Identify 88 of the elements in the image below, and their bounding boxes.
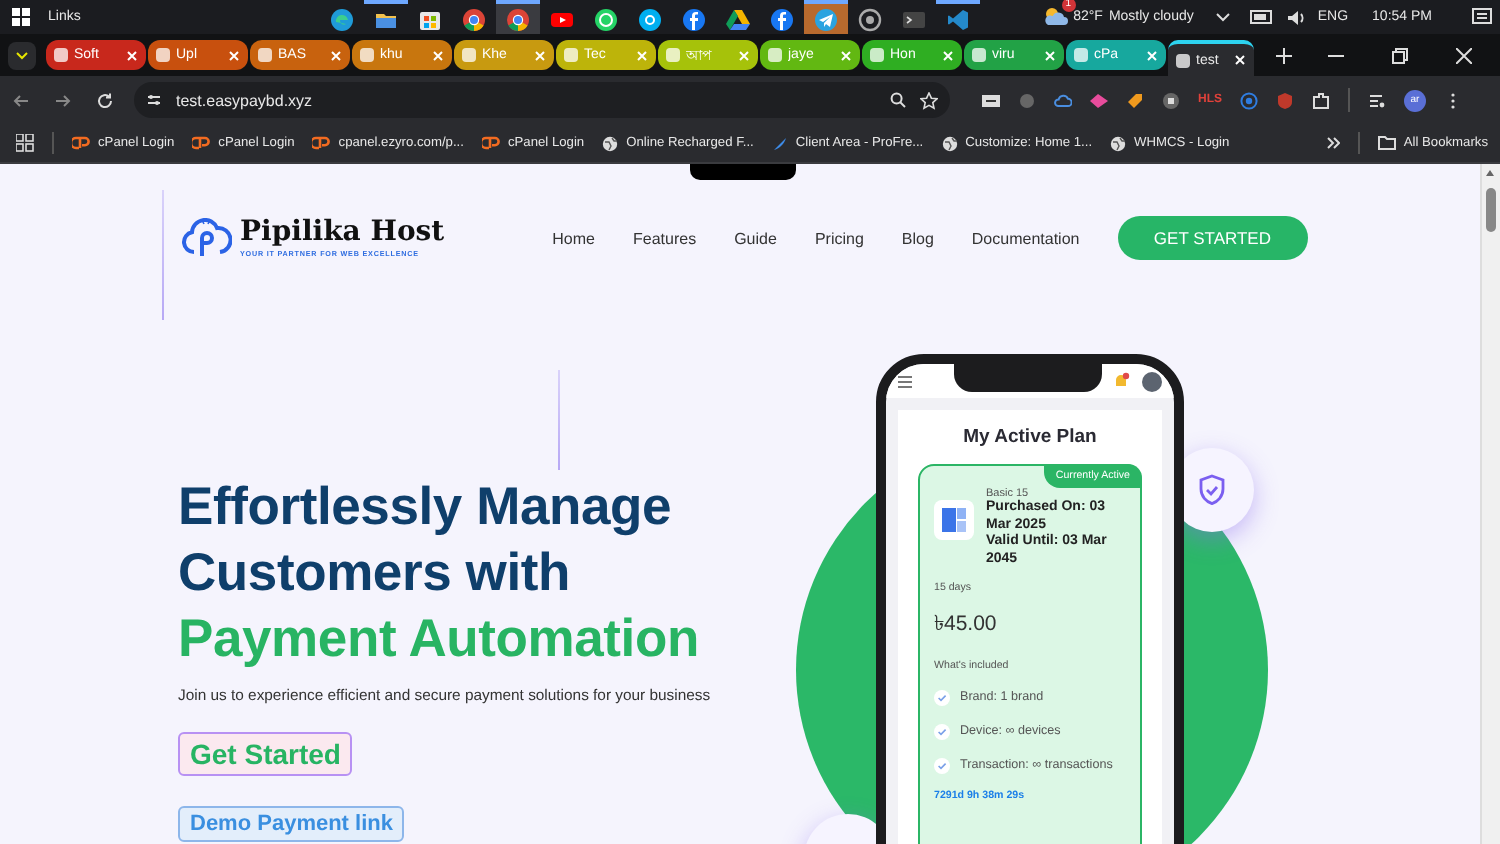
site-icon <box>156 48 170 62</box>
code-editor-icon[interactable] <box>946 7 971 31</box>
brand-name[interactable]: Pipilika Host <box>240 218 445 246</box>
globe-icon <box>602 135 619 151</box>
cpanel-logo-icon <box>72 136 90 150</box>
site-icon <box>972 48 986 62</box>
folder-icon <box>1377 136 1396 150</box>
site-settings-icon[interactable] <box>146 92 162 108</box>
site-icon <box>54 48 68 62</box>
notification-icon[interactable] <box>1472 8 1492 26</box>
media-controls-icon[interactable] <box>1368 91 1386 109</box>
site-icon <box>564 48 578 62</box>
chevron-right-icon[interactable] <box>1325 136 1340 150</box>
check-icon <box>934 724 950 740</box>
cpanel-logo-icon <box>481 136 500 150</box>
browser-icon[interactable] <box>858 7 883 31</box>
decor-line <box>558 370 560 470</box>
cloud-icon[interactable] <box>1054 91 1072 109</box>
reload-icon[interactable] <box>96 91 114 109</box>
battery-icon[interactable] <box>1249 10 1274 24</box>
user-avatar[interactable] <box>1142 371 1162 391</box>
target-icon[interactable] <box>1240 91 1258 109</box>
hero-heading-accent: Payment Automation <box>178 606 699 672</box>
site-icon <box>666 48 680 62</box>
cloud-logo-icon[interactable] <box>180 218 232 258</box>
chat-icon[interactable] <box>638 7 663 31</box>
card-title: My Active Plan <box>963 426 1097 448</box>
browser-icon[interactable] <box>462 7 487 31</box>
nav-link[interactable]: Guide <box>734 229 777 247</box>
tab-search-button[interactable] <box>8 41 36 69</box>
globe-icon <box>1110 135 1127 151</box>
globe-icon <box>941 135 958 151</box>
extension-icon[interactable] <box>982 91 1000 109</box>
speaker-icon[interactable] <box>1285 9 1306 25</box>
hero-heading: Effortlessly Manage Customers with <box>178 474 674 606</box>
star-icon[interactable] <box>920 91 938 109</box>
chevron-down-icon[interactable] <box>1215 12 1230 22</box>
forward-arrow-icon[interactable] <box>54 91 72 109</box>
browser-icon[interactable] <box>506 7 531 31</box>
nav-link[interactable]: Home <box>552 229 595 247</box>
close-icon[interactable] <box>1456 47 1472 63</box>
triangle-icon[interactable] <box>726 7 751 31</box>
shield-icon[interactable] <box>1276 91 1294 109</box>
letter-f-icon[interactable] <box>682 7 707 31</box>
letter-f-icon[interactable] <box>770 7 795 31</box>
record-icon[interactable] <box>1162 91 1180 109</box>
chat-icon[interactable] <box>594 7 619 31</box>
cpanel-logo-icon <box>312 136 331 150</box>
taskbar-button[interactable] <box>496 0 541 34</box>
nav-link[interactable]: Features <box>633 229 697 247</box>
site-icon <box>360 48 374 62</box>
taskbar-button[interactable] <box>804 0 849 34</box>
play-icon[interactable] <box>550 7 575 31</box>
site-icon <box>1074 48 1088 62</box>
site-icon <box>258 48 272 62</box>
nav-link[interactable]: Documentation <box>971 229 1080 247</box>
puzzle-icon[interactable] <box>1312 91 1330 109</box>
address-bar[interactable]: test.easypaybd.xyz <box>134 82 950 118</box>
nav-link[interactable]: Blog <box>901 229 934 247</box>
restore-icon[interactable] <box>1392 47 1408 63</box>
back-arrow-icon[interactable] <box>12 91 30 109</box>
check-icon <box>934 690 950 706</box>
nav-link[interactable]: Pricing <box>814 229 864 247</box>
search-icon[interactable] <box>890 92 906 108</box>
apps-grid-icon[interactable] <box>16 134 34 152</box>
decor-line <box>162 190 164 320</box>
menu-icon[interactable] <box>898 375 912 387</box>
terminal-icon[interactable] <box>902 7 927 31</box>
chevron-down-icon[interactable] <box>16 51 28 59</box>
new-tab-icon[interactable] <box>1276 47 1292 63</box>
scrollbar[interactable] <box>1480 164 1500 844</box>
site-icon <box>462 48 476 62</box>
shield-check-icon <box>1198 474 1226 506</box>
site-icon <box>768 48 782 62</box>
check-icon <box>934 758 950 774</box>
tag-icon[interactable] <box>1126 91 1144 109</box>
bell-icon[interactable] <box>1112 372 1130 390</box>
feather-icon <box>771 135 788 151</box>
site-icon <box>1176 53 1190 67</box>
paper-plane-icon[interactable] <box>814 7 839 31</box>
cpanel-logo-icon <box>192 136 211 150</box>
store-icon[interactable] <box>418 7 443 31</box>
browser-icon[interactable] <box>330 7 355 31</box>
plan-icon <box>934 500 974 540</box>
plan-price: ৳45.00 <box>934 610 999 640</box>
site-icon <box>870 48 884 62</box>
cloud-icon[interactable] <box>1041 5 1068 25</box>
windows-logo-icon[interactable] <box>12 8 30 26</box>
